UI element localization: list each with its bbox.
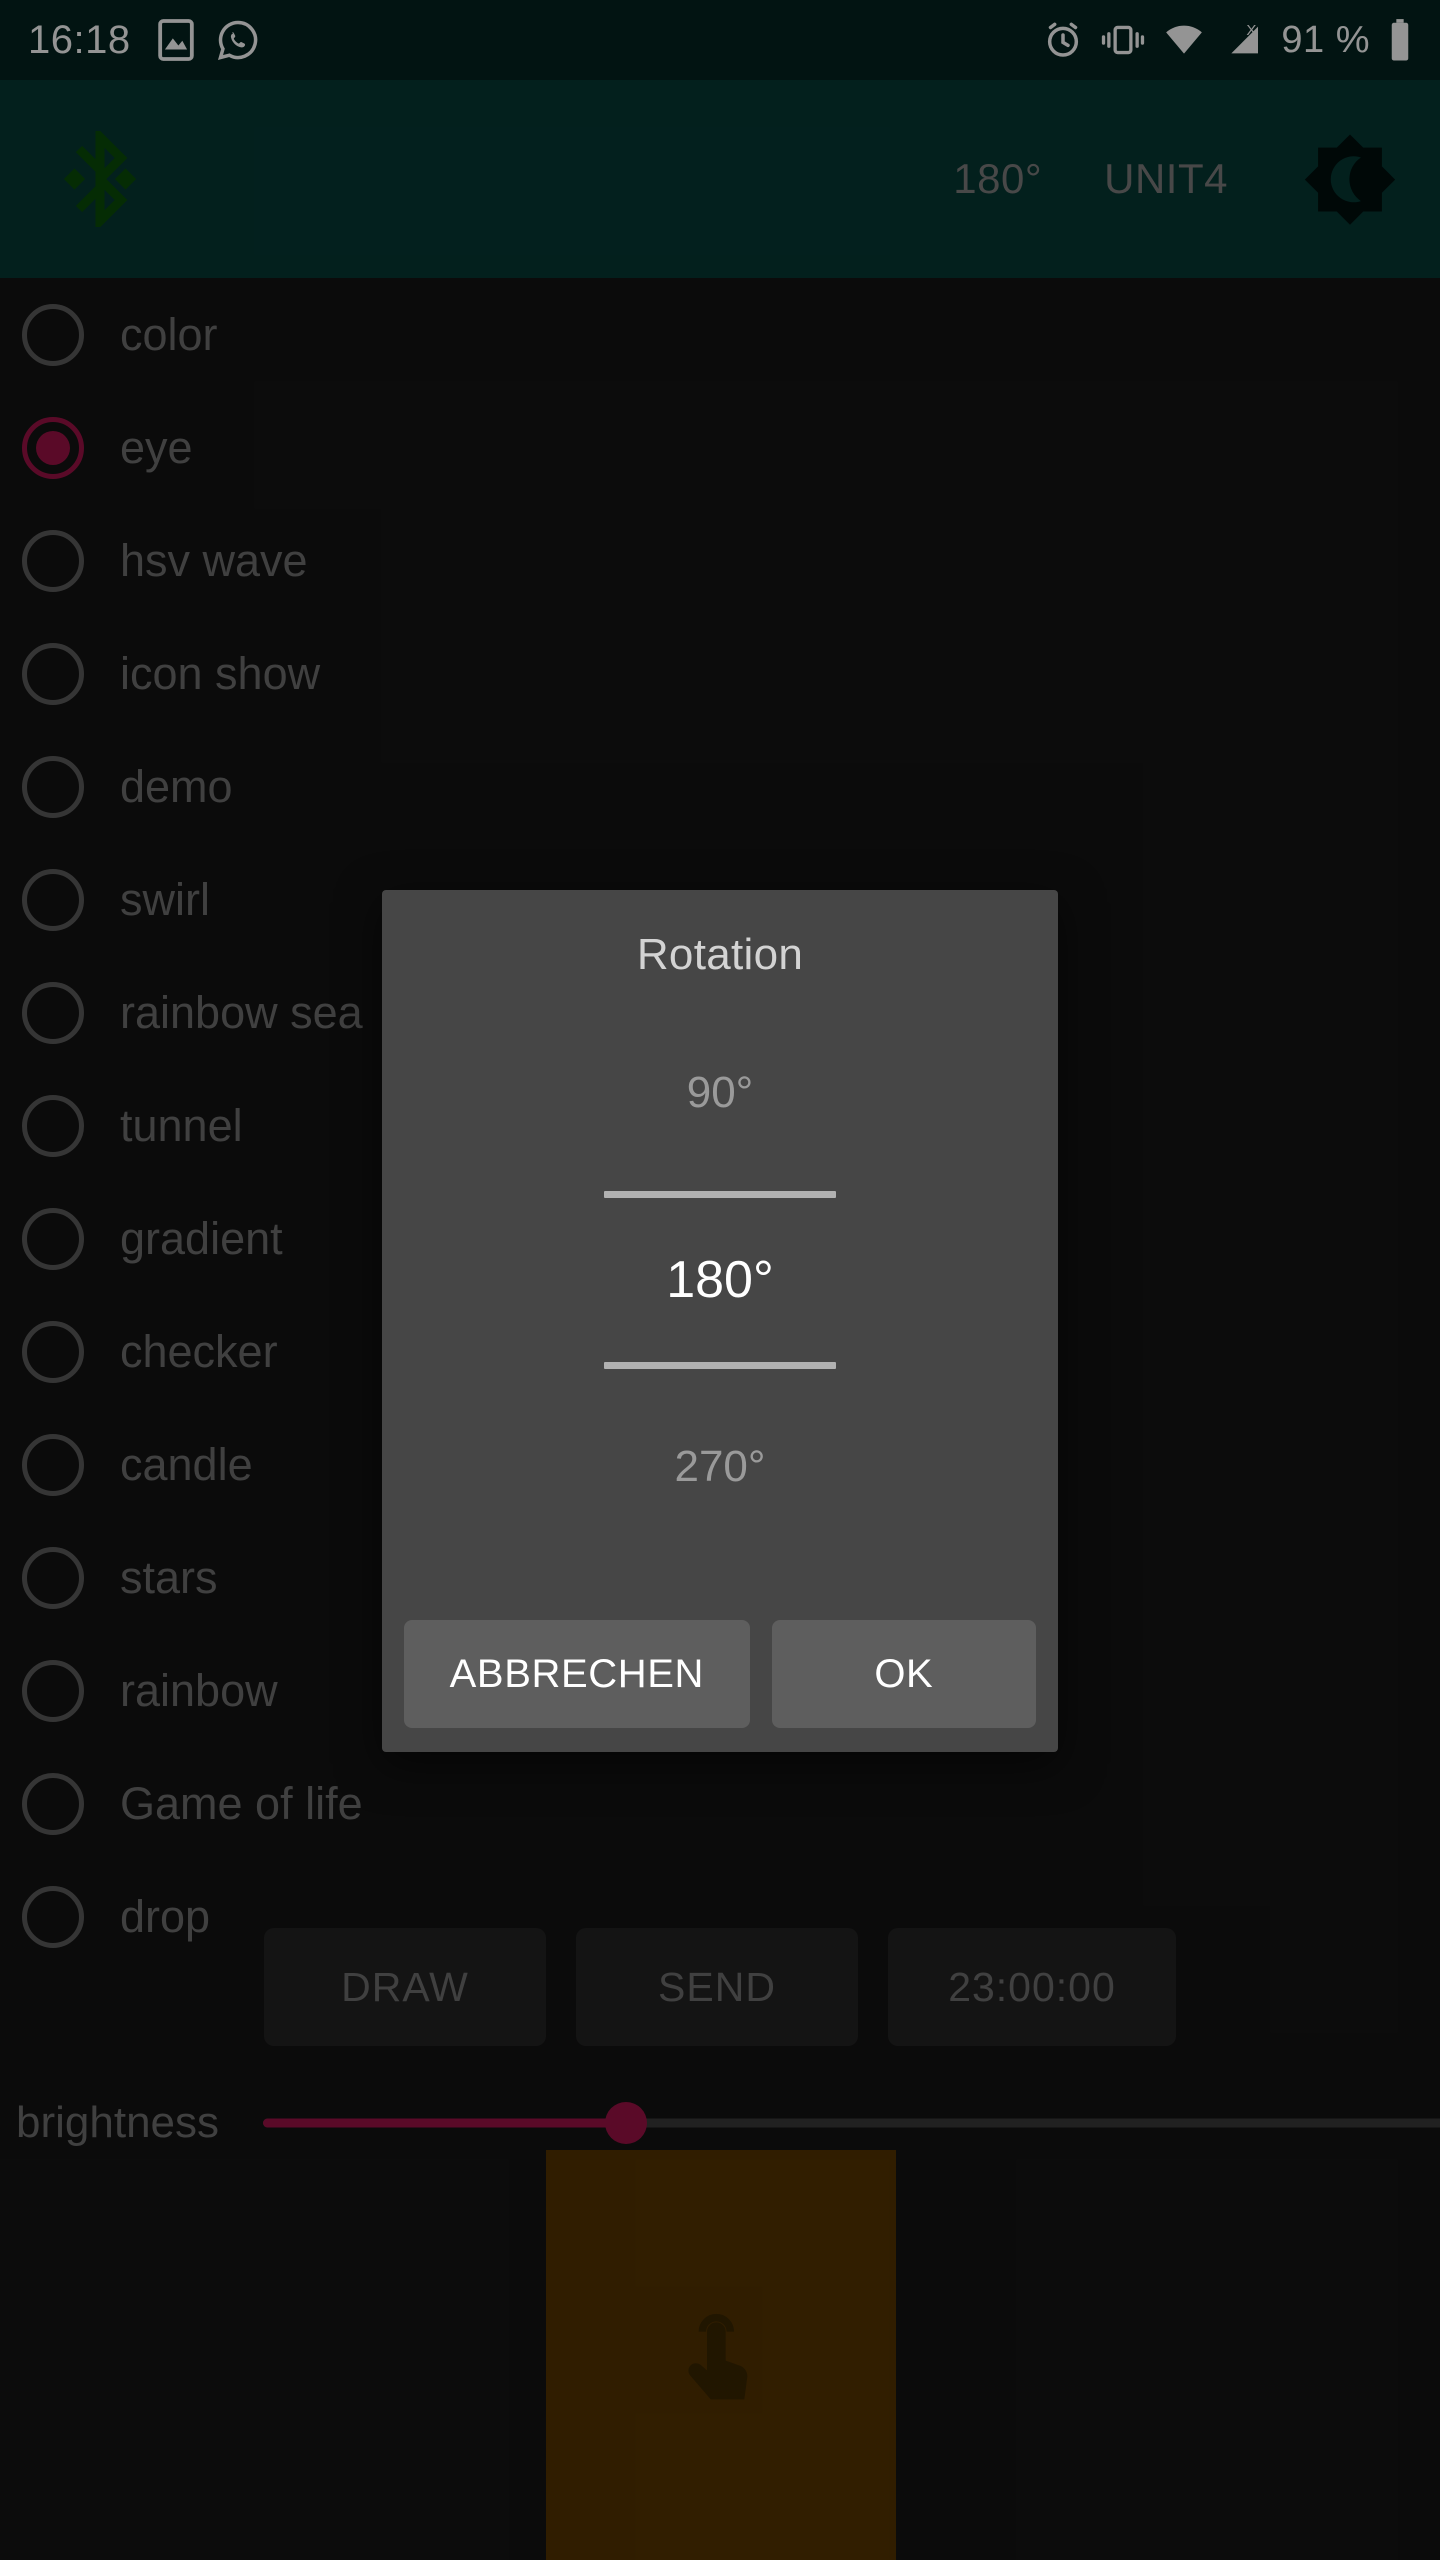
effect-radio-label: checker: [120, 1325, 278, 1377]
picker-previous-value[interactable]: 90°: [382, 1071, 1058, 1115]
radio-button-icon[interactable]: [22, 1659, 84, 1722]
radio-button-icon[interactable]: [22, 1772, 84, 1835]
battery-icon: [1388, 18, 1412, 62]
radio-button-icon[interactable]: [22, 868, 84, 931]
bluetooth-icon[interactable]: [52, 131, 148, 227]
effect-radio-label: eye: [120, 421, 193, 473]
time-button[interactable]: 23:00:00: [888, 1928, 1176, 2046]
wifi-icon: [1163, 23, 1205, 57]
alarm-icon: [1043, 20, 1083, 60]
effect-radio-row[interactable]: hsv wave: [0, 504, 1440, 617]
effect-radio-label: swirl: [120, 873, 210, 925]
action-button-row: DRAW SEND 23:00:00: [0, 1928, 1440, 2046]
effect-radio-label: demo: [120, 760, 233, 812]
rotation-dialog: Rotation 90° 180° 270° ABBRECHEN OK: [382, 890, 1058, 1752]
send-button[interactable]: SEND: [576, 1928, 858, 2046]
effect-radio-row[interactable]: demo: [0, 730, 1440, 843]
effect-radio-label: rainbow sea: [120, 986, 363, 1038]
signal-no-service-icon: X: [1223, 20, 1263, 60]
ok-button[interactable]: OK: [771, 1620, 1036, 1728]
picker-divider-top: [604, 1191, 836, 1198]
effect-radio-row[interactable]: color: [0, 278, 1440, 391]
gallery-icon: [157, 19, 195, 61]
effect-radio-label: tunnel: [120, 1099, 243, 1151]
radio-button-icon[interactable]: [22, 755, 84, 818]
radio-button-icon[interactable]: [22, 529, 84, 592]
radio-button-icon[interactable]: [22, 1320, 84, 1383]
svg-text:X: X: [1247, 22, 1257, 39]
radio-button-icon[interactable]: [22, 1094, 84, 1157]
radio-button-icon[interactable]: [22, 642, 84, 705]
app-toolbar: 180° UNIT4: [0, 80, 1440, 278]
picker-divider-bottom: [604, 1362, 836, 1369]
effect-radio-label: stars: [120, 1551, 218, 1603]
dark-mode-icon[interactable]: [1300, 129, 1400, 229]
effect-radio-label: hsv wave: [120, 534, 308, 586]
drawing-canvas[interactable]: [546, 2150, 896, 2560]
effect-radio-row[interactable]: eye: [0, 391, 1440, 504]
dialog-action-row: ABBRECHEN OK: [382, 1620, 1058, 1752]
radio-button-icon[interactable]: [22, 1207, 84, 1270]
effect-radio-row[interactable]: Game of life: [0, 1747, 1440, 1860]
status-bar: 16:18 X 91 %: [0, 0, 1440, 80]
whatsapp-icon: [217, 19, 259, 61]
effect-radio-label: icon show: [120, 647, 321, 699]
effect-radio-label: color: [120, 308, 218, 360]
status-bar-notification-icons: [157, 19, 259, 61]
effect-radio-label: rainbow: [120, 1664, 278, 1716]
status-bar-clock: 16:18: [28, 17, 131, 62]
radio-button-icon[interactable]: [22, 981, 84, 1044]
brightness-slider[interactable]: [263, 2093, 1440, 2153]
toolbar-unit-label[interactable]: UNIT4: [1104, 155, 1228, 203]
status-bar-system-icons: X 91 %: [1043, 18, 1412, 62]
vibrate-icon: [1101, 22, 1145, 58]
picker-selected-value[interactable]: 180°: [382, 1254, 1058, 1306]
radio-button-icon[interactable]: [22, 416, 84, 479]
dialog-title: Rotation: [636, 930, 804, 979]
radio-button-icon[interactable]: [22, 303, 84, 366]
effect-radio-label: gradient: [120, 1212, 283, 1264]
touch-pointer-icon: [688, 2314, 748, 2400]
radio-button-icon[interactable]: [22, 1546, 84, 1609]
brightness-label: brightness: [16, 2098, 220, 2147]
slider-fill: [263, 2118, 627, 2128]
effect-radio-row[interactable]: icon show: [0, 617, 1440, 730]
effect-radio-label: Game of life: [120, 1777, 363, 1829]
battery-percent-label: 91 %: [1281, 18, 1370, 61]
cancel-button[interactable]: ABBRECHEN: [404, 1620, 750, 1728]
toolbar-rotation-value[interactable]: 180°: [953, 155, 1042, 203]
rotation-number-picker[interactable]: 90° 180° 270°: [382, 980, 1058, 1620]
draw-button[interactable]: DRAW: [264, 1928, 546, 2046]
picker-next-value[interactable]: 270°: [382, 1445, 1058, 1489]
radio-button-icon[interactable]: [22, 1433, 84, 1496]
slider-thumb[interactable]: [605, 2102, 648, 2144]
effect-radio-label: candle: [120, 1438, 253, 1490]
